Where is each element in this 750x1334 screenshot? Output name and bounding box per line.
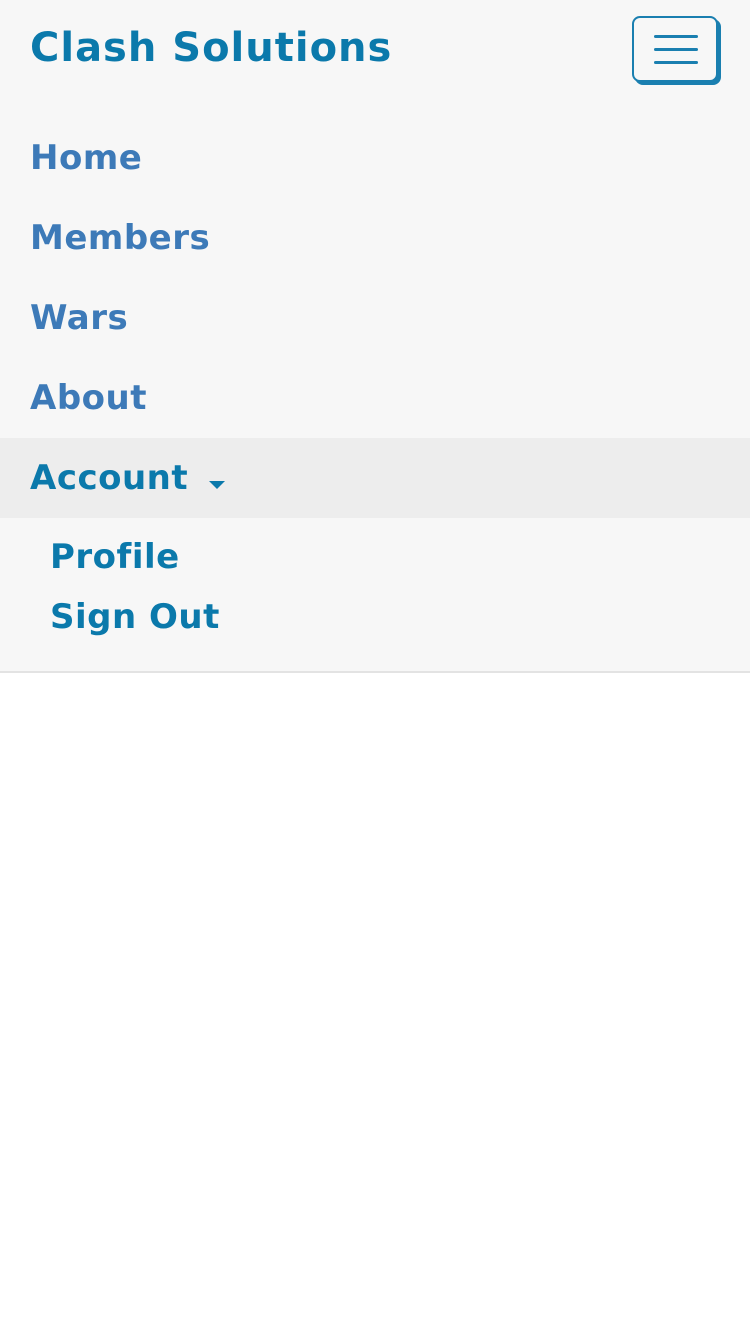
nav-item-wars[interactable]: Wars: [0, 278, 750, 358]
nav-item-wars-label: Wars: [30, 298, 129, 338]
brand-logo[interactable]: Clash Solutions: [30, 22, 392, 74]
dropdown-item-sign-out[interactable]: Sign Out: [50, 592, 220, 642]
navbar: Clash Solutions Home Members Wars About …: [0, 0, 750, 673]
menu-toggle-button[interactable]: [632, 16, 718, 82]
nav-item-home-label: Home: [30, 138, 143, 178]
nav-item-home[interactable]: Home: [0, 118, 750, 198]
nav-item-members[interactable]: Members: [0, 198, 750, 278]
nav-item-account-label: Account: [30, 458, 189, 498]
nav-item-about[interactable]: About: [0, 358, 750, 438]
caret-down-icon: [209, 480, 226, 489]
nav-item-about-label: About: [30, 378, 147, 418]
nav-item-account[interactable]: Account: [0, 438, 750, 518]
nav-item-members-label: Members: [30, 218, 211, 258]
dropdown-item-profile[interactable]: Profile: [50, 532, 180, 582]
